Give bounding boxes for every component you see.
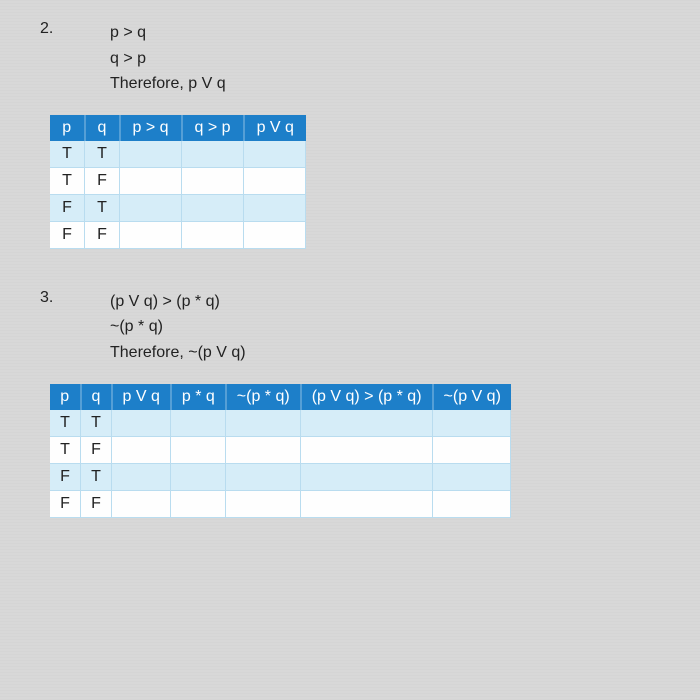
cell [171,490,226,517]
cell [244,167,306,194]
col-header: p [50,115,85,141]
cell: F [50,194,85,221]
premise-line: p > q [110,20,226,46]
table-row: F F [50,490,511,517]
cell [112,490,171,517]
problem-2: 2. p > q q > p Therefore, p V q [40,20,660,97]
col-header: ~(p * q) [226,384,301,410]
cell [244,141,306,168]
cell [182,141,244,168]
problem-3: 3. (p V q) > (p * q) ~(p * q) Therefore,… [40,289,660,366]
cell [112,436,171,463]
cell: T [85,194,120,221]
cell [301,410,433,437]
problem-premises: (p V q) > (p * q) ~(p * q) Therefore, ~(… [110,289,246,366]
cell [433,463,511,490]
col-header: q [85,115,120,141]
cell: F [85,167,120,194]
col-header: p V q [244,115,306,141]
cell: F [50,221,85,248]
table-row: T F [50,436,511,463]
cell: T [81,463,112,490]
cell: T [50,167,85,194]
cell [433,410,511,437]
cell: F [81,490,112,517]
cell [120,221,182,248]
table-header-row: p q p V q p * q ~(p * q) (p V q) > (p * … [50,384,511,410]
cell [301,436,433,463]
cell [120,194,182,221]
col-header: (p V q) > (p * q) [301,384,433,410]
table-row: T T [50,410,511,437]
cell [226,463,301,490]
cell: F [50,490,81,517]
cell: F [50,463,81,490]
cell [301,463,433,490]
cell [112,463,171,490]
cell [182,221,244,248]
problem-number: 2. [40,20,110,97]
table-row: F F [50,221,306,248]
premise-line: Therefore, ~(p V q) [110,340,246,366]
col-header: q > p [182,115,244,141]
truth-table-3: p q p V q p * q ~(p * q) (p V q) > (p * … [50,384,511,518]
cell [433,490,511,517]
table-row: F T [50,463,511,490]
truth-table-2: p q p > q q > p p V q T T T F [50,115,306,249]
cell [171,436,226,463]
premise-line: (p V q) > (p * q) [110,289,246,315]
table-header-row: p q p > q q > p p V q [50,115,306,141]
premise-line: ~(p * q) [110,314,246,340]
col-header: p > q [120,115,182,141]
page-content: 2. p > q q > p Therefore, p V q p q p > … [0,0,700,574]
col-header: ~(p V q) [433,384,511,410]
cell: T [50,436,81,463]
cell [182,194,244,221]
cell: T [81,410,112,437]
cell [226,436,301,463]
premise-line: Therefore, p V q [110,71,226,97]
col-header: p [50,384,81,410]
cell [226,490,301,517]
cell [112,410,171,437]
col-header: p * q [171,384,226,410]
table-row: F T [50,194,306,221]
cell [244,221,306,248]
premise-line: q > p [110,46,226,72]
col-header: q [81,384,112,410]
cell [171,410,226,437]
cell: T [50,141,85,168]
problem-number: 3. [40,289,110,366]
cell: F [81,436,112,463]
cell: T [85,141,120,168]
table-row: T T [50,141,306,168]
cell [433,436,511,463]
problem-premises: p > q q > p Therefore, p V q [110,20,226,97]
cell [120,141,182,168]
cell [171,463,226,490]
col-header: p V q [112,384,171,410]
cell: T [50,410,81,437]
cell [244,194,306,221]
table-row: T F [50,167,306,194]
cell [301,490,433,517]
cell [120,167,182,194]
cell: F [85,221,120,248]
cell [182,167,244,194]
cell [226,410,301,437]
